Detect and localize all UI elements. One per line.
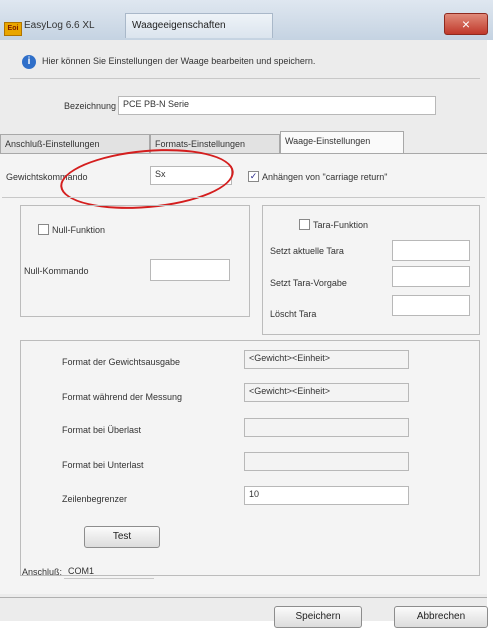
tara-loescht-label: Löscht Tara: [270, 309, 317, 319]
test-button[interactable]: Test: [84, 526, 160, 548]
format-unterlast-field[interactable]: [244, 452, 409, 471]
tab-anschluss-einstellungen[interactable]: Anschluß-Einstellungen: [0, 134, 150, 153]
app-title: EasyLog 6.6 XL: [24, 20, 95, 31]
tab-waage-einstellungen[interactable]: Waage-Einstellungen: [280, 131, 404, 153]
format-messung-field[interactable]: <Gewicht><Einheit>: [244, 383, 409, 402]
tara-setzt-aktuelle-label: Setzt aktuelle Tara: [270, 246, 344, 256]
format-ueberlast-label: Format bei Überlast: [62, 425, 142, 435]
tara-function-label: Tara-Funktion: [313, 220, 369, 230]
save-button[interactable]: Speichern: [274, 606, 362, 628]
separator: [10, 78, 480, 79]
separator: [2, 197, 485, 198]
null-function-label: Null-Funktion: [52, 225, 106, 235]
cancel-button[interactable]: Abbrechen: [394, 606, 488, 628]
format-ueberlast-field[interactable]: [244, 418, 409, 437]
null-command-field[interactable]: [150, 259, 230, 281]
format-gewichtsausgabe-field[interactable]: <Gewicht><Einheit>: [244, 350, 409, 369]
format-gewichtsausgabe-label: Format der Gewichtsausgabe: [62, 357, 181, 367]
tara-setzt-vorgabe-field[interactable]: [392, 266, 470, 287]
tara-setzt-aktuelle-field[interactable]: [392, 240, 470, 261]
zeilenbegrenzer-label: Zeilenbegrenzer: [62, 494, 128, 504]
null-function-checkbox[interactable]: [38, 224, 49, 235]
bezeichnung-label: Bezeichnung: [64, 101, 117, 111]
app-icon: Eoi: [4, 22, 22, 36]
close-button[interactable]: ×: [444, 13, 488, 35]
info-text: Hier können Sie Einstellungen der Waage …: [42, 56, 316, 66]
append-cr-checkbox[interactable]: ✓: [248, 171, 259, 182]
zeilenbegrenzer-field[interactable]: 10: [244, 486, 409, 505]
close-icon: ×: [461, 16, 471, 32]
footer-separator: [0, 597, 487, 598]
anschluss-value: COM1: [68, 566, 95, 576]
tara-loescht-field[interactable]: [392, 295, 470, 316]
null-command-label: Null-Kommando: [24, 266, 89, 276]
info-icon: i: [22, 55, 36, 69]
window-tab-title[interactable]: Waageeigenschaften: [125, 13, 273, 38]
format-messung-label: Format während der Messung: [62, 392, 183, 402]
tara-function-checkbox[interactable]: [299, 219, 310, 230]
tara-setzt-vorgabe-label: Setzt Tara-Vorgabe: [270, 278, 347, 288]
format-unterlast-label: Format bei Unterlast: [62, 460, 144, 470]
anschluss-label: Anschluß:: [22, 567, 63, 577]
anschluss-underline: [64, 578, 154, 579]
append-cr-label: Anhängen von "carriage return": [262, 172, 388, 182]
bezeichnung-field[interactable]: PCE PB-N Serie: [118, 96, 436, 115]
